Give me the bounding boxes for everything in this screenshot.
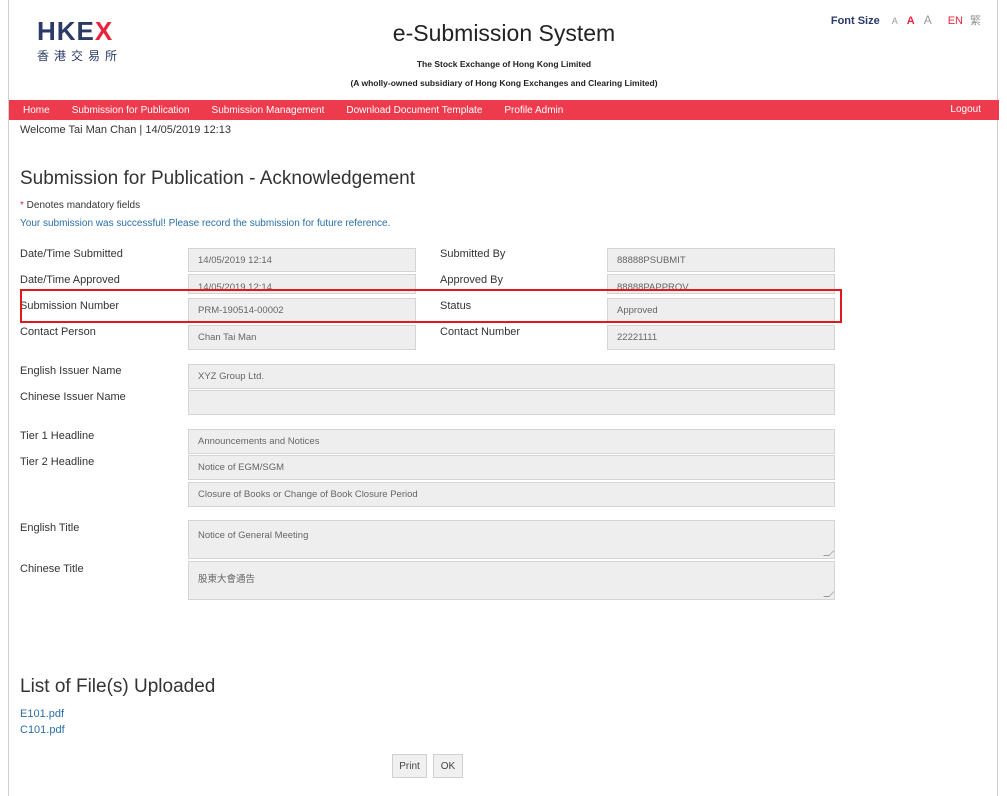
resize-handle-icon[interactable] [823, 591, 834, 597]
submitted-by-field: 88888PSUBMIT [607, 248, 835, 272]
contact-person-field: Chan Tai Man [188, 325, 416, 350]
chinese-title-textarea: 股東大會通告 [188, 561, 835, 600]
nav-download-document-template[interactable]: Download Document Template [335, 105, 493, 116]
site-subtitle-exchange: The Stock Exchange of Hong Kong Limited [416, 59, 592, 69]
contact-number-label: Contact Number [440, 326, 521, 338]
language-tc-link[interactable]: 繁 [970, 12, 981, 28]
tier2-headline-field-1: Notice of EGM/SGM [188, 455, 835, 480]
mandatory-note: * Denotes mandatory fields [20, 200, 141, 211]
highlight-annotation-box [20, 289, 842, 323]
datetime-approved-label: Date/Time Approved [20, 274, 120, 286]
resize-handle-icon[interactable] [823, 550, 834, 556]
submitted-by-label: Submitted By [440, 248, 506, 260]
page-title: Submission for Publication - Acknowledge… [20, 168, 415, 189]
font-size-label: Font Size [830, 15, 880, 27]
tier2-headline-field-2: Closure of Books or Change of Book Closu… [188, 482, 835, 507]
chinese-title-label: Chinese Title [20, 563, 84, 575]
font-size-large-button[interactable]: A [924, 13, 932, 27]
tier1-headline-label: Tier 1 Headline [20, 430, 95, 442]
site-subtitle-subsidiary: (A wholly-owned subsidiary of Hong Kong … [350, 78, 658, 88]
tier1-headline-field: Announcements and Notices [188, 429, 835, 454]
contact-person-label: Contact Person [20, 326, 96, 338]
datetime-submitted-field: 14/05/2019 12:14 [188, 248, 416, 272]
chinese-issuer-label: Chinese Issuer Name [20, 391, 126, 403]
logout-link[interactable]: Logout [950, 104, 981, 115]
success-message: Your submission was successful! Please r… [20, 218, 391, 229]
english-issuer-label: English Issuer Name [20, 365, 122, 377]
language-en-link[interactable]: EN [948, 15, 963, 27]
english-title-textarea: Notice of General Meeting [188, 520, 835, 559]
font-size-medium-button[interactable]: A [907, 15, 915, 27]
nav-profile-admin[interactable]: Profile Admin [493, 105, 574, 116]
datetime-submitted-label: Date/Time Submitted [20, 248, 123, 260]
nav-submission-for-publication[interactable]: Submission for Publication [61, 105, 201, 116]
file-link-c101[interactable]: C101.pdf [20, 724, 65, 736]
font-size-small-button[interactable]: A [892, 16, 898, 26]
header: HKEX 香港交易所 e-Submission System The Stock… [9, 0, 999, 98]
print-button[interactable]: Print [392, 754, 427, 778]
ok-button[interactable]: OK [433, 754, 463, 778]
english-title-label: English Title [20, 522, 80, 534]
nav-submission-management[interactable]: Submission Management [201, 105, 336, 116]
welcome-text: Welcome Tai Man Chan | 14/05/2019 12:13 [20, 124, 231, 136]
files-list-title: List of File(s) Uploaded [20, 676, 216, 697]
font-size-controls: Font Size A A A EN 繁 [831, 12, 981, 28]
contact-number-field: 22221111 [607, 325, 835, 350]
file-link-e101[interactable]: E101.pdf [20, 708, 64, 720]
tier2-headline-label: Tier 2 Headline [20, 456, 95, 468]
main-navbar: Home Submission for Publication Submissi… [9, 100, 999, 120]
page-frame: HKEX 香港交易所 e-Submission System The Stock… [8, 0, 999, 796]
chinese-issuer-field [188, 390, 835, 415]
nav-home[interactable]: Home [9, 105, 61, 116]
approved-by-label: Approved By [440, 274, 503, 286]
english-issuer-field: XYZ Group Ltd. [188, 364, 835, 389]
